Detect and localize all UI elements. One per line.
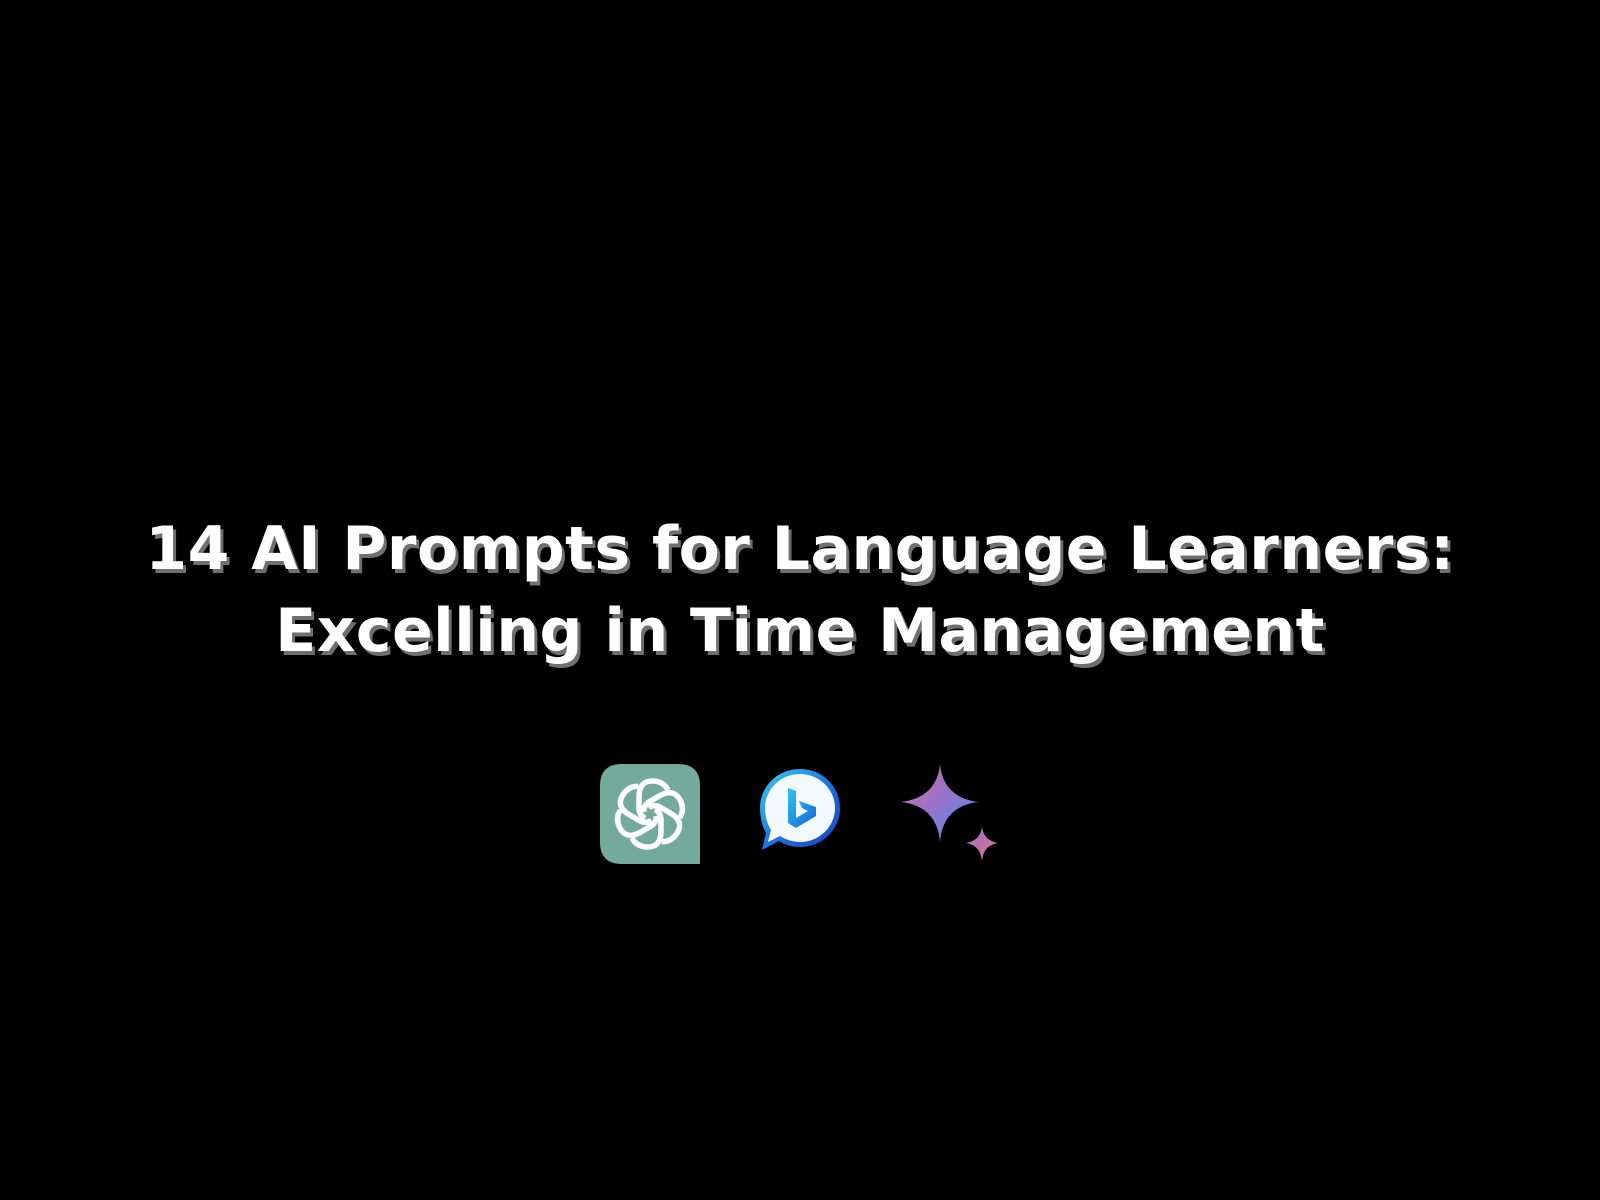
title-line-2: Excelling in Time Management: [275, 596, 1325, 666]
title-line-1: 14 AI Prompts for Language Learners:: [145, 514, 1455, 584]
cover-canvas: 14 AI Prompts for Language Learners: Exc…: [0, 0, 1600, 1200]
chatgpt-logo-icon: [600, 764, 700, 864]
gemini-sparkle-logo-icon: [901, 764, 998, 862]
page-title: 14 AI Prompts for Language Learners: Exc…: [0, 508, 1600, 672]
bing-chat-logo-icon: [760, 769, 840, 850]
